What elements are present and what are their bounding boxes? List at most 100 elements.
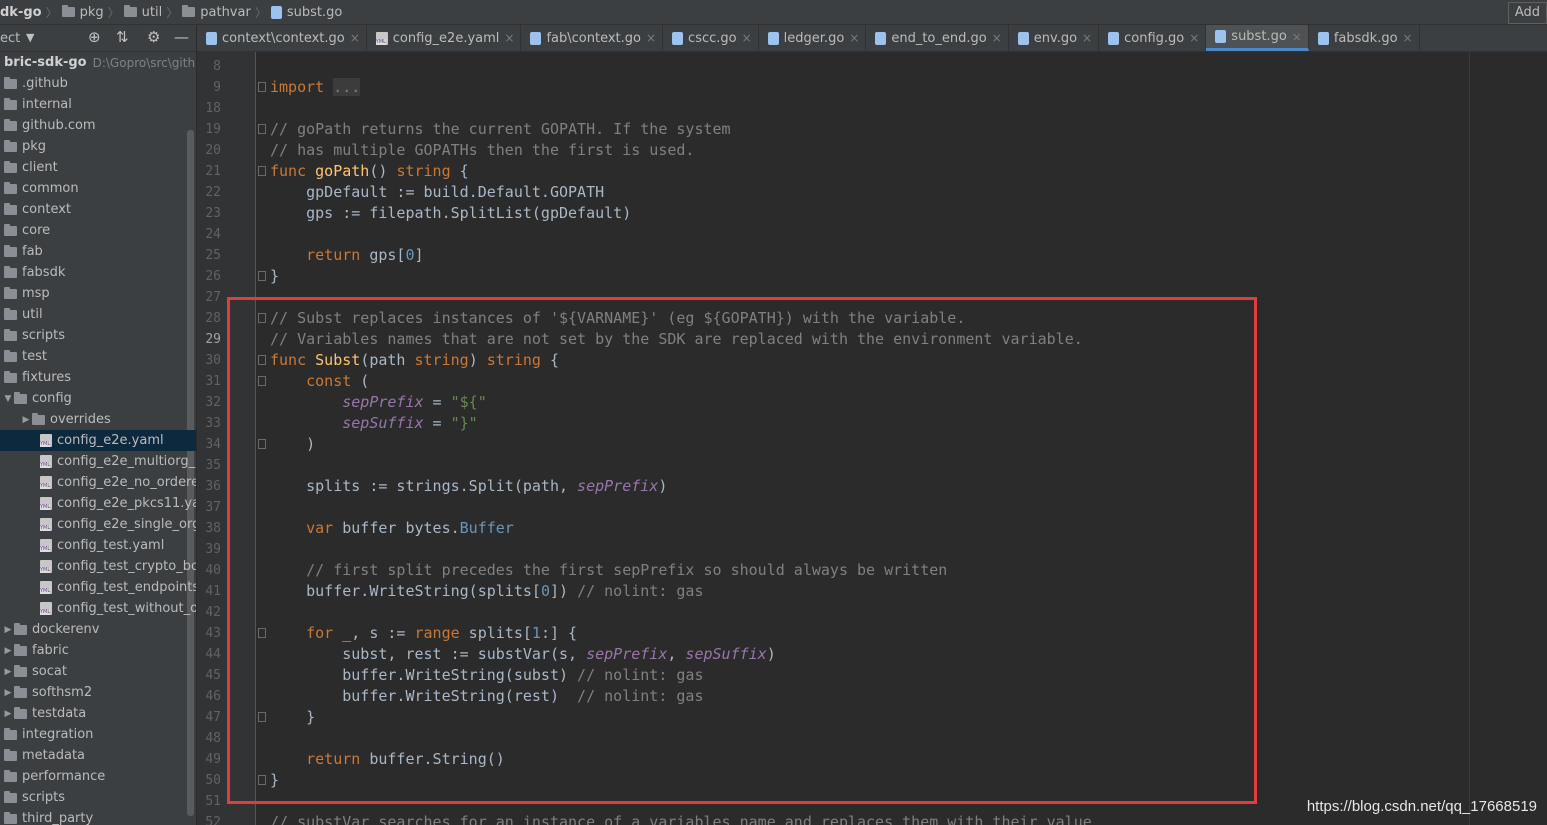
tree-item[interactable]: ▶ testdata — [0, 703, 196, 724]
chevron-right-icon[interactable]: ▶ — [2, 667, 14, 677]
tree-item[interactable]: metadata — [0, 745, 196, 766]
code-line[interactable]: 21 func goPath() string { — [197, 161, 1547, 182]
chevron-right-icon[interactable]: ▶ — [2, 646, 14, 656]
fold-marker-icon[interactable] — [258, 82, 266, 92]
tab-fabsdk-go[interactable]: fabsdk.go × — [1309, 25, 1420, 51]
tree-item[interactable]: ▶ fabric — [0, 640, 196, 661]
tab-subst-go[interactable]: subst.go × — [1206, 25, 1309, 51]
project-view-selector[interactable]: ect — [0, 31, 20, 46]
close-icon[interactable]: × — [1189, 31, 1199, 45]
close-icon[interactable]: × — [646, 31, 656, 45]
tree-item[interactable]: config_test_endpoints.y — [0, 577, 196, 598]
tree-item[interactable]: internal — [0, 94, 196, 115]
tree-item[interactable]: common — [0, 178, 196, 199]
tab-config-e2e-yaml[interactable]: config_e2e.yaml × — [367, 25, 522, 51]
tab-cscc-go[interactable]: cscc.go × — [663, 25, 759, 51]
chevron-right-icon[interactable]: ▶ — [2, 625, 14, 635]
tree-item[interactable]: config_e2e_no_orderer.y — [0, 472, 196, 493]
tree-item[interactable]: config_e2e_single_org.y — [0, 514, 196, 535]
tree-item[interactable]: fab — [0, 241, 196, 262]
breadcrumb-file[interactable]: subst.go — [270, 0, 342, 24]
tree-item[interactable]: ▶ softhsm2 — [0, 682, 196, 703]
tree-item[interactable]: .github — [0, 73, 196, 94]
tree-root[interactable]: bric-sdk-go D:\Gopro\src\github. — [0, 52, 196, 73]
tab-config-go[interactable]: config.go × — [1099, 25, 1207, 51]
close-icon[interactable]: × — [1403, 31, 1413, 45]
tab-context-context-go[interactable]: context\context.go × — [197, 25, 367, 51]
tree-item[interactable]: msp — [0, 283, 196, 304]
tab-ledger-go[interactable]: ledger.go × — [759, 25, 867, 51]
collapse-icon[interactable]: ⇅ — [116, 28, 129, 46]
dropdown-icon[interactable]: ▼ — [26, 31, 34, 44]
tree-item[interactable]: fixtures — [0, 367, 196, 388]
fold-marker-icon[interactable] — [258, 271, 266, 281]
tree-item[interactable]: config_e2e_pkcs11.yaml — [0, 493, 196, 514]
line-number: 28 — [205, 311, 221, 326]
code-line[interactable]: 8 — [197, 56, 1547, 77]
tree-item[interactable]: config_test_crypto_bccs — [0, 556, 196, 577]
tree-item[interactable]: integration — [0, 724, 196, 745]
code-line[interactable]: 22 gpDefault := build.Default.GOPATH — [197, 182, 1547, 203]
tree-item[interactable]: util — [0, 304, 196, 325]
code-line[interactable]: 23 gps := filepath.SplitList(gpDefault) — [197, 203, 1547, 224]
locate-icon[interactable]: ⊕ — [88, 28, 101, 46]
fold-marker-icon[interactable] — [258, 124, 266, 134]
close-icon[interactable]: × — [992, 31, 1002, 45]
tree-item[interactable]: scripts — [0, 325, 196, 346]
close-icon[interactable]: × — [849, 31, 859, 45]
line-number: 27 — [205, 290, 221, 305]
yaml-file-icon — [40, 455, 52, 468]
tree-item[interactable]: test — [0, 346, 196, 367]
code-line[interactable]: 20 // has multiple GOPATHs then the first… — [197, 140, 1547, 161]
tab-fab-context-go[interactable]: fab\context.go × — [521, 25, 664, 51]
chevron-right-icon[interactable]: ▶ — [2, 709, 14, 719]
close-icon[interactable]: × — [1292, 30, 1302, 44]
chevron-right-icon[interactable]: ▶ — [2, 688, 14, 698]
tree-item[interactable]: config_e2e.yaml — [0, 430, 196, 451]
line-number: 40 — [205, 563, 221, 578]
tree-item[interactable]: ▶ dockerenv — [0, 619, 196, 640]
breadcrumb-pkg[interactable]: pkg 〉 — [61, 0, 124, 24]
minimize-icon[interactable]: — — [174, 28, 189, 46]
tree-item[interactable]: config_test.yaml — [0, 535, 196, 556]
code-line[interactable]: 26} — [197, 266, 1547, 287]
code-line[interactable]: 9 import ... — [197, 77, 1547, 98]
tree-item-label: socat — [32, 664, 67, 679]
tree-item-label: core — [22, 223, 51, 238]
tree-item[interactable]: pkg — [0, 136, 196, 157]
code-line[interactable]: 19 // goPath returns the current GOPATH. … — [197, 119, 1547, 140]
yaml-file-icon — [40, 497, 52, 510]
tree-item[interactable]: config_test_without_ord — [0, 598, 196, 619]
tree-item[interactable]: config_e2e_multiorg_bo — [0, 451, 196, 472]
add-configuration-button[interactable]: Add — [1507, 2, 1547, 24]
close-icon[interactable]: × — [504, 31, 514, 45]
tree-item[interactable]: fabsdk — [0, 262, 196, 283]
tree-item[interactable]: core — [0, 220, 196, 241]
tree-item[interactable]: third_party — [0, 808, 196, 825]
tree-item[interactable]: github.com — [0, 115, 196, 136]
chevron-down-icon[interactable]: ▼ — [2, 394, 14, 404]
tree-item[interactable]: client — [0, 157, 196, 178]
code-line[interactable]: 24 — [197, 224, 1547, 245]
chevron-right-icon[interactable]: ▶ — [20, 415, 32, 425]
tree-item[interactable]: performance — [0, 766, 196, 787]
tree-item[interactable]: ▼ config — [0, 388, 196, 409]
breadcrumb-pathvar[interactable]: pathvar 〉 — [182, 0, 271, 24]
tree-item[interactable]: ▶ socat — [0, 661, 196, 682]
code-line[interactable]: 18 — [197, 98, 1547, 119]
tab-env-go[interactable]: env.go × — [1009, 25, 1100, 51]
close-icon[interactable]: × — [742, 31, 752, 45]
close-icon[interactable]: × — [1082, 31, 1092, 45]
close-icon[interactable]: × — [350, 31, 360, 45]
fold-marker-icon[interactable] — [258, 166, 266, 176]
breadcrumb-util[interactable]: util 〉 — [123, 0, 183, 24]
tree-item[interactable]: context — [0, 199, 196, 220]
tree-item[interactable]: scripts — [0, 787, 196, 808]
breadcrumb-root[interactable]: dk-go 〉 — [0, 0, 62, 24]
gear-icon[interactable]: ⚙ — [147, 28, 160, 46]
tab-end-to-end-go[interactable]: end_to_end.go × — [866, 25, 1009, 51]
yaml-file-icon — [40, 581, 52, 594]
tree-item-label: metadata — [22, 748, 86, 763]
code-line[interactable]: 25 return gps[0] — [197, 245, 1547, 266]
tree-item[interactable]: ▶ overrides — [0, 409, 196, 430]
